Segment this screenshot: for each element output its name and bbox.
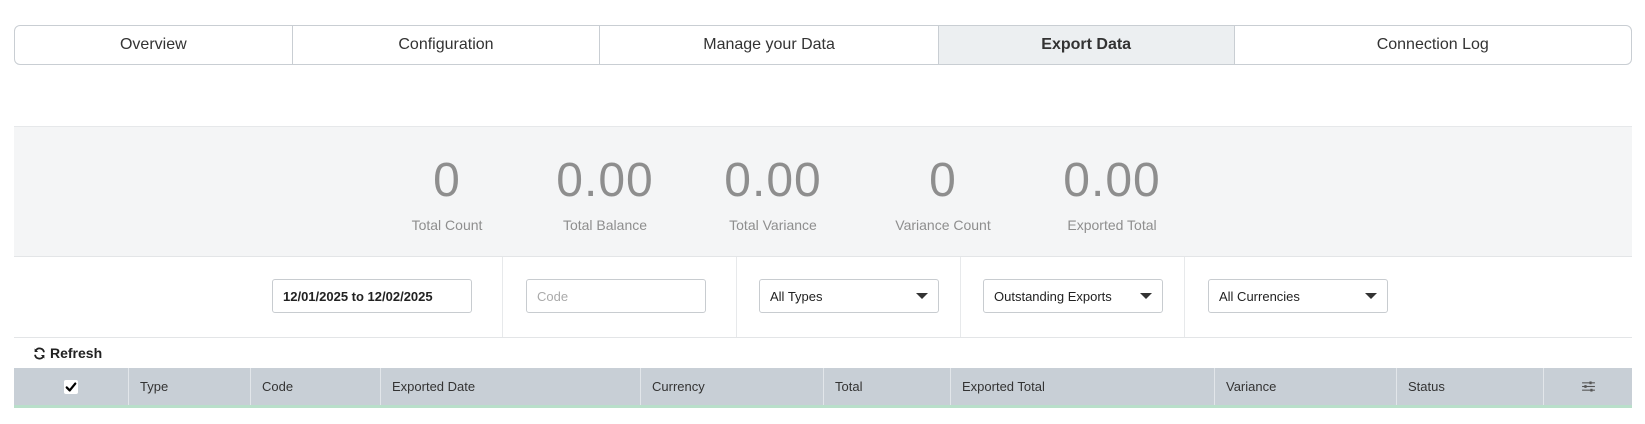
stat-value: 0.00 (556, 154, 654, 207)
stat-total-variance: 0.00 Total Variance (724, 127, 822, 234)
stat-value: 0.00 (1063, 154, 1161, 207)
filter-bar: 12/01/2025 to 12/02/2025 Code All Types … (14, 256, 1632, 338)
tab-manage-your-data[interactable]: Manage your Data (600, 26, 939, 64)
stat-label: Total Balance (562, 217, 648, 233)
tab-connection-log[interactable]: Connection Log (1235, 26, 1632, 64)
filter-divider (1184, 257, 1185, 337)
stat-exported-total: 0.00 Exported Total (1063, 127, 1161, 234)
column-header-type[interactable]: Type (129, 368, 251, 405)
stat-label: Total Count (411, 217, 483, 233)
currency-select-value: All Currencies (1219, 288, 1300, 304)
table-header: Type Code Exported Date Currency Total E… (14, 368, 1632, 408)
stat-label: Exported Total (1067, 217, 1157, 233)
stat-value: 0.00 (724, 154, 822, 207)
column-header-exported-date[interactable]: Exported Date (381, 368, 641, 405)
type-select-value: All Types (770, 288, 823, 304)
caret-down-icon (1365, 293, 1377, 299)
sliders-icon (1581, 381, 1595, 392)
column-header-variance[interactable]: Variance (1215, 368, 1397, 405)
currency-select[interactable]: All Currencies (1208, 279, 1388, 313)
select-all-checkbox[interactable] (64, 379, 78, 394)
column-header-total[interactable]: Total (824, 368, 951, 405)
column-settings-cell[interactable] (1544, 368, 1632, 405)
stat-variance-count: 0 Variance Count (895, 127, 991, 234)
summary-stats-panel: 0 Total Count 0.00 Total Balance 0.00 To… (14, 126, 1632, 256)
column-header-code[interactable]: Code (251, 368, 381, 405)
stat-total-count: 0 Total Count (411, 127, 483, 234)
refresh-label: Refresh (50, 345, 103, 361)
checkmark-icon (65, 381, 77, 392)
column-header-currency[interactable]: Currency (641, 368, 824, 405)
column-header-exported-total[interactable]: Exported Total (951, 368, 1215, 405)
stat-total-balance: 0.00 Total Balance (556, 127, 654, 234)
filter-divider (960, 257, 961, 337)
tab-export-data[interactable]: Export Data (938, 26, 1235, 64)
export-status-select-value: Outstanding Exports (994, 288, 1112, 304)
tab-configuration[interactable]: Configuration (293, 26, 601, 64)
tab-overview[interactable]: Overview (15, 26, 293, 64)
stat-value: 0 (929, 154, 957, 207)
filter-divider (736, 257, 737, 337)
column-header-status[interactable]: Status (1397, 368, 1544, 405)
code-input[interactable]: Code (526, 279, 706, 313)
select-all-cell (14, 368, 129, 405)
stat-label: Total Variance (729, 217, 817, 233)
main-tabs: Overview Configuration Manage your Data … (14, 25, 1632, 65)
type-select[interactable]: All Types (759, 279, 939, 313)
caret-down-icon (916, 293, 928, 299)
refresh-button[interactable]: Refresh (33, 345, 102, 361)
caret-down-icon (1140, 293, 1152, 299)
export-status-select[interactable]: Outstanding Exports (983, 279, 1163, 313)
filter-divider (502, 257, 503, 337)
date-range-input[interactable]: 12/01/2025 to 12/02/2025 (272, 279, 472, 313)
stat-label: Variance Count (895, 217, 991, 233)
refresh-icon (34, 347, 45, 359)
stat-value: 0 (433, 154, 461, 207)
